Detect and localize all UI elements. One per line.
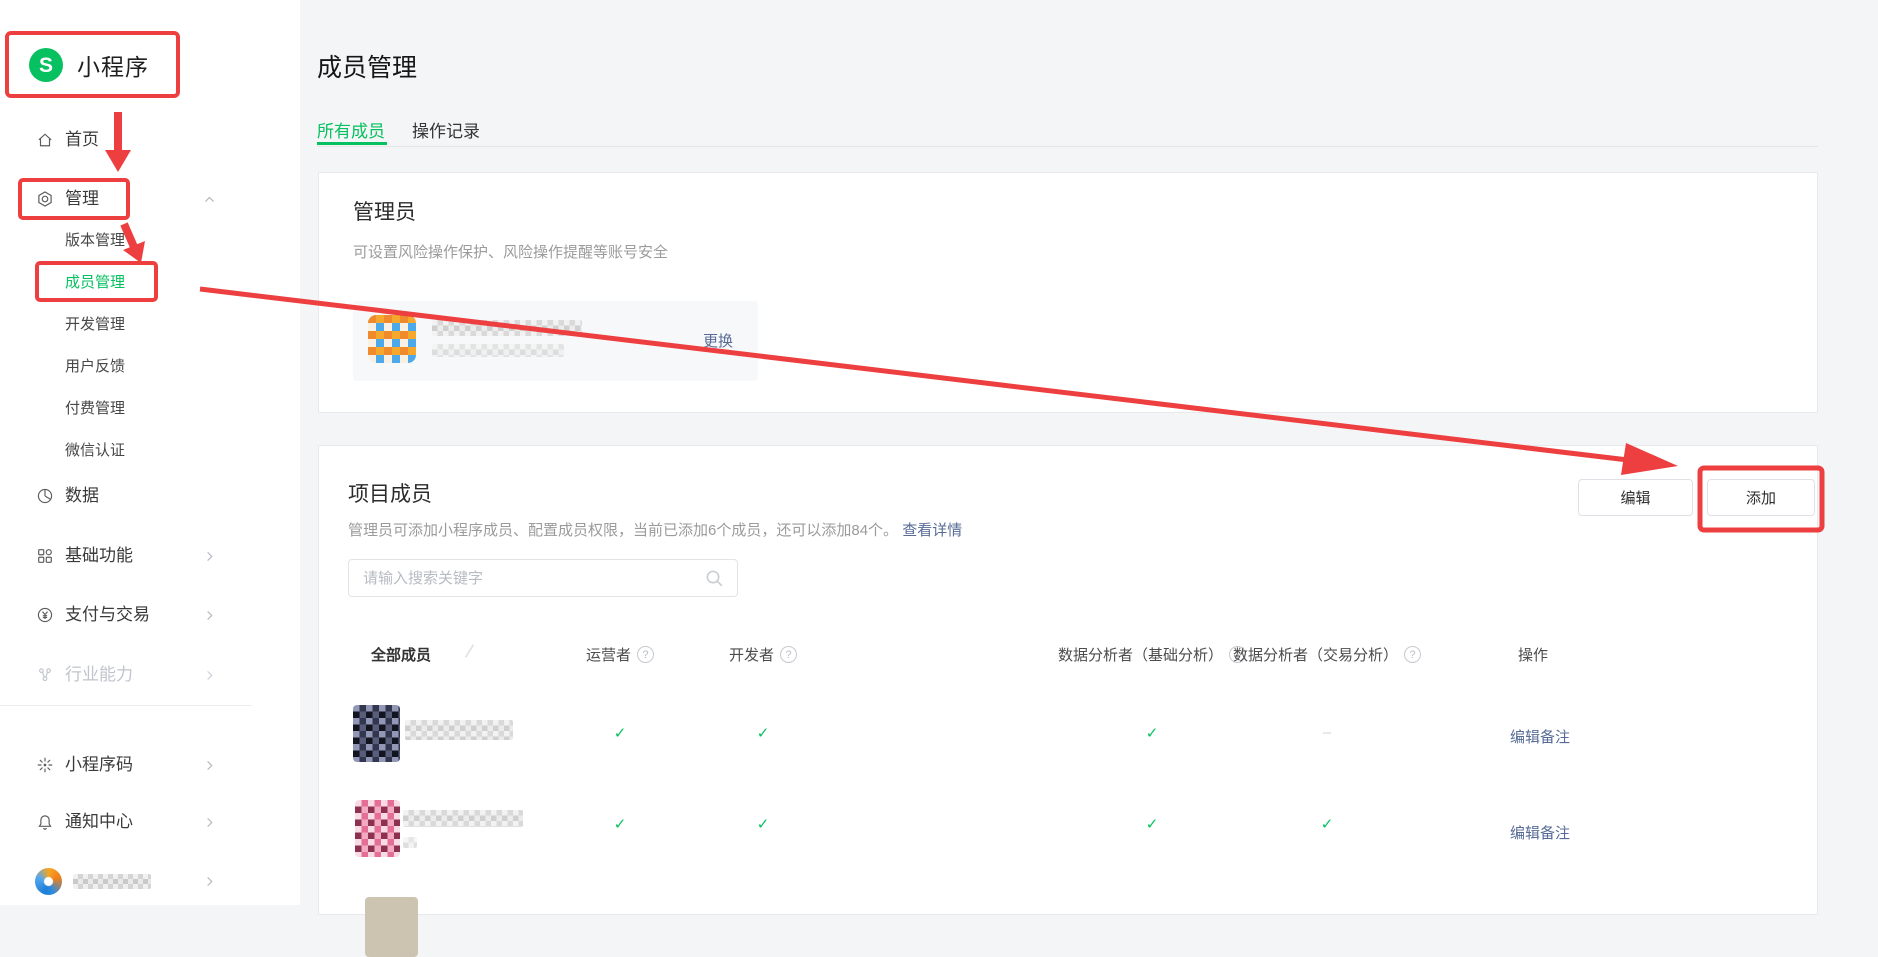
sidebar-item-miniprogram-code[interactable]: 小程序码	[36, 755, 133, 775]
sidebar-item-label: 小程序码	[65, 755, 133, 775]
sidebar-item-label: 首页	[65, 130, 99, 150]
check-icon: ✓	[614, 724, 627, 742]
sidebar-item-notification-center[interactable]: 通知中心	[36, 812, 133, 832]
redacted-admin-name	[432, 320, 582, 336]
active-tab-underline	[317, 142, 387, 145]
dash-icon: –	[1323, 724, 1331, 741]
sidebar-divider	[0, 705, 252, 706]
member-avatar	[355, 800, 400, 857]
gear-icon	[36, 190, 54, 208]
bell-icon	[36, 813, 54, 831]
member-avatar	[365, 897, 418, 957]
app-logo[interactable]: S 小程序	[29, 48, 149, 82]
column-header-operator: 运营者 ?	[586, 644, 654, 665]
admin-section-description: 可设置风险操作保护、风险操作提醒等账号安全	[353, 241, 668, 262]
starburst-icon	[36, 756, 54, 774]
change-admin-link[interactable]: 更换	[703, 330, 733, 351]
edit-button[interactable]: 编辑	[1578, 479, 1693, 516]
redacted-member-name	[403, 810, 523, 827]
help-icon[interactable]: ?	[1404, 646, 1421, 663]
sidebar-item-member-manage[interactable]: 成员管理	[65, 275, 125, 291]
sidebar-item-label: 基础功能	[65, 546, 133, 566]
sidebar-item-basic-features[interactable]: 基础功能	[36, 546, 133, 566]
app-logo-label: 小程序	[77, 48, 149, 82]
column-header-analyst-basic: 数据分析者（基础分析） ?	[1058, 644, 1246, 665]
sidebar-item-version-manage[interactable]: 版本管理	[65, 233, 125, 249]
members-section-title: 项目成员	[348, 478, 432, 508]
miniprogram-logo-icon: S	[29, 48, 63, 82]
grid-icon	[36, 547, 54, 565]
column-header-all-members: 全部成员	[371, 644, 431, 665]
chevron-right-icon	[202, 758, 217, 773]
chevron-right-icon	[202, 815, 217, 830]
sidebar-item-label: 通知中心	[65, 812, 133, 832]
sidebar-item-payment[interactable]: 支付与交易	[36, 605, 150, 625]
column-header-analyst-trade: 数据分析者（交易分析） ?	[1233, 644, 1421, 665]
redacted-member-name	[405, 720, 513, 740]
redacted-admin-id	[432, 344, 564, 357]
pie-chart-icon	[36, 487, 54, 505]
chevron-right-icon	[202, 549, 217, 564]
thirdparty-logo-icon[interactable]	[35, 868, 62, 895]
tabs-bottom-border	[317, 146, 1818, 147]
sidebar-item-data[interactable]: 数据	[36, 486, 99, 506]
chevron-right-icon	[202, 608, 217, 623]
check-icon: ✓	[1321, 815, 1334, 833]
nodes-icon	[36, 666, 54, 684]
sidebar-item-pay-manage[interactable]: 付费管理	[65, 401, 125, 417]
sidebar-item-label: 行业能力	[65, 665, 133, 685]
view-details-link[interactable]: 查看详情	[902, 522, 962, 539]
sidebar-item-label: 数据	[65, 486, 99, 506]
sidebar-item-label: 管理	[65, 189, 99, 209]
admin-section-title: 管理员	[353, 196, 416, 226]
members-description-text: 管理员可添加小程序成员、配置成员权限，当前已添加6个成员，还可以添加84个。	[348, 522, 898, 539]
sidebar-item-home[interactable]: 首页	[36, 130, 99, 150]
chevron-up-icon[interactable]	[202, 192, 217, 207]
check-icon: ✓	[614, 815, 627, 833]
check-icon: ✓	[1146, 724, 1159, 742]
search-input[interactable]	[348, 559, 738, 597]
column-header-developer: 开发者 ?	[729, 644, 797, 665]
check-icon: ✓	[1146, 815, 1159, 833]
add-button[interactable]: 添加	[1707, 479, 1815, 516]
sidebar-item-label: 支付与交易	[65, 605, 150, 625]
check-icon: ✓	[757, 724, 770, 742]
sidebar: S 小程序 首页 管理 版本管理 成员管理 开发管理 用户反馈 付费管理 微信认…	[0, 0, 300, 905]
column-header-action: 操作	[1518, 644, 1548, 665]
chevron-right-icon	[202, 668, 217, 683]
edit-note-link[interactable]: 编辑备注	[1510, 726, 1570, 747]
admin-avatar	[368, 315, 416, 363]
sidebar-item-industry[interactable]: 行业能力	[36, 665, 133, 685]
sidebar-item-user-feedback[interactable]: 用户反馈	[65, 359, 125, 375]
page-title: 成员管理	[317, 48, 417, 84]
tab-all-members[interactable]: 所有成员	[317, 117, 385, 142]
sidebar-item-manage[interactable]: 管理	[36, 189, 99, 209]
search-icon	[704, 568, 725, 589]
redacted-member-id	[403, 837, 417, 848]
member-avatar	[353, 705, 400, 762]
tab-operation-log[interactable]: 操作记录	[412, 117, 480, 142]
check-icon: ✓	[757, 815, 770, 833]
edit-note-link[interactable]: 编辑备注	[1510, 822, 1570, 843]
sidebar-item-wechat-verify[interactable]: 微信认证	[65, 443, 125, 459]
yuan-circle-icon	[36, 606, 54, 624]
redacted-account-name	[73, 874, 151, 889]
members-section-description: 管理员可添加小程序成员、配置成员权限，当前已添加6个成员，还可以添加84个。 查…	[348, 519, 962, 540]
chevron-right-icon	[202, 874, 217, 889]
help-icon[interactable]: ?	[780, 646, 797, 663]
home-icon	[36, 131, 54, 149]
help-icon[interactable]: ?	[637, 646, 654, 663]
sidebar-item-dev-manage[interactable]: 开发管理	[65, 317, 125, 333]
